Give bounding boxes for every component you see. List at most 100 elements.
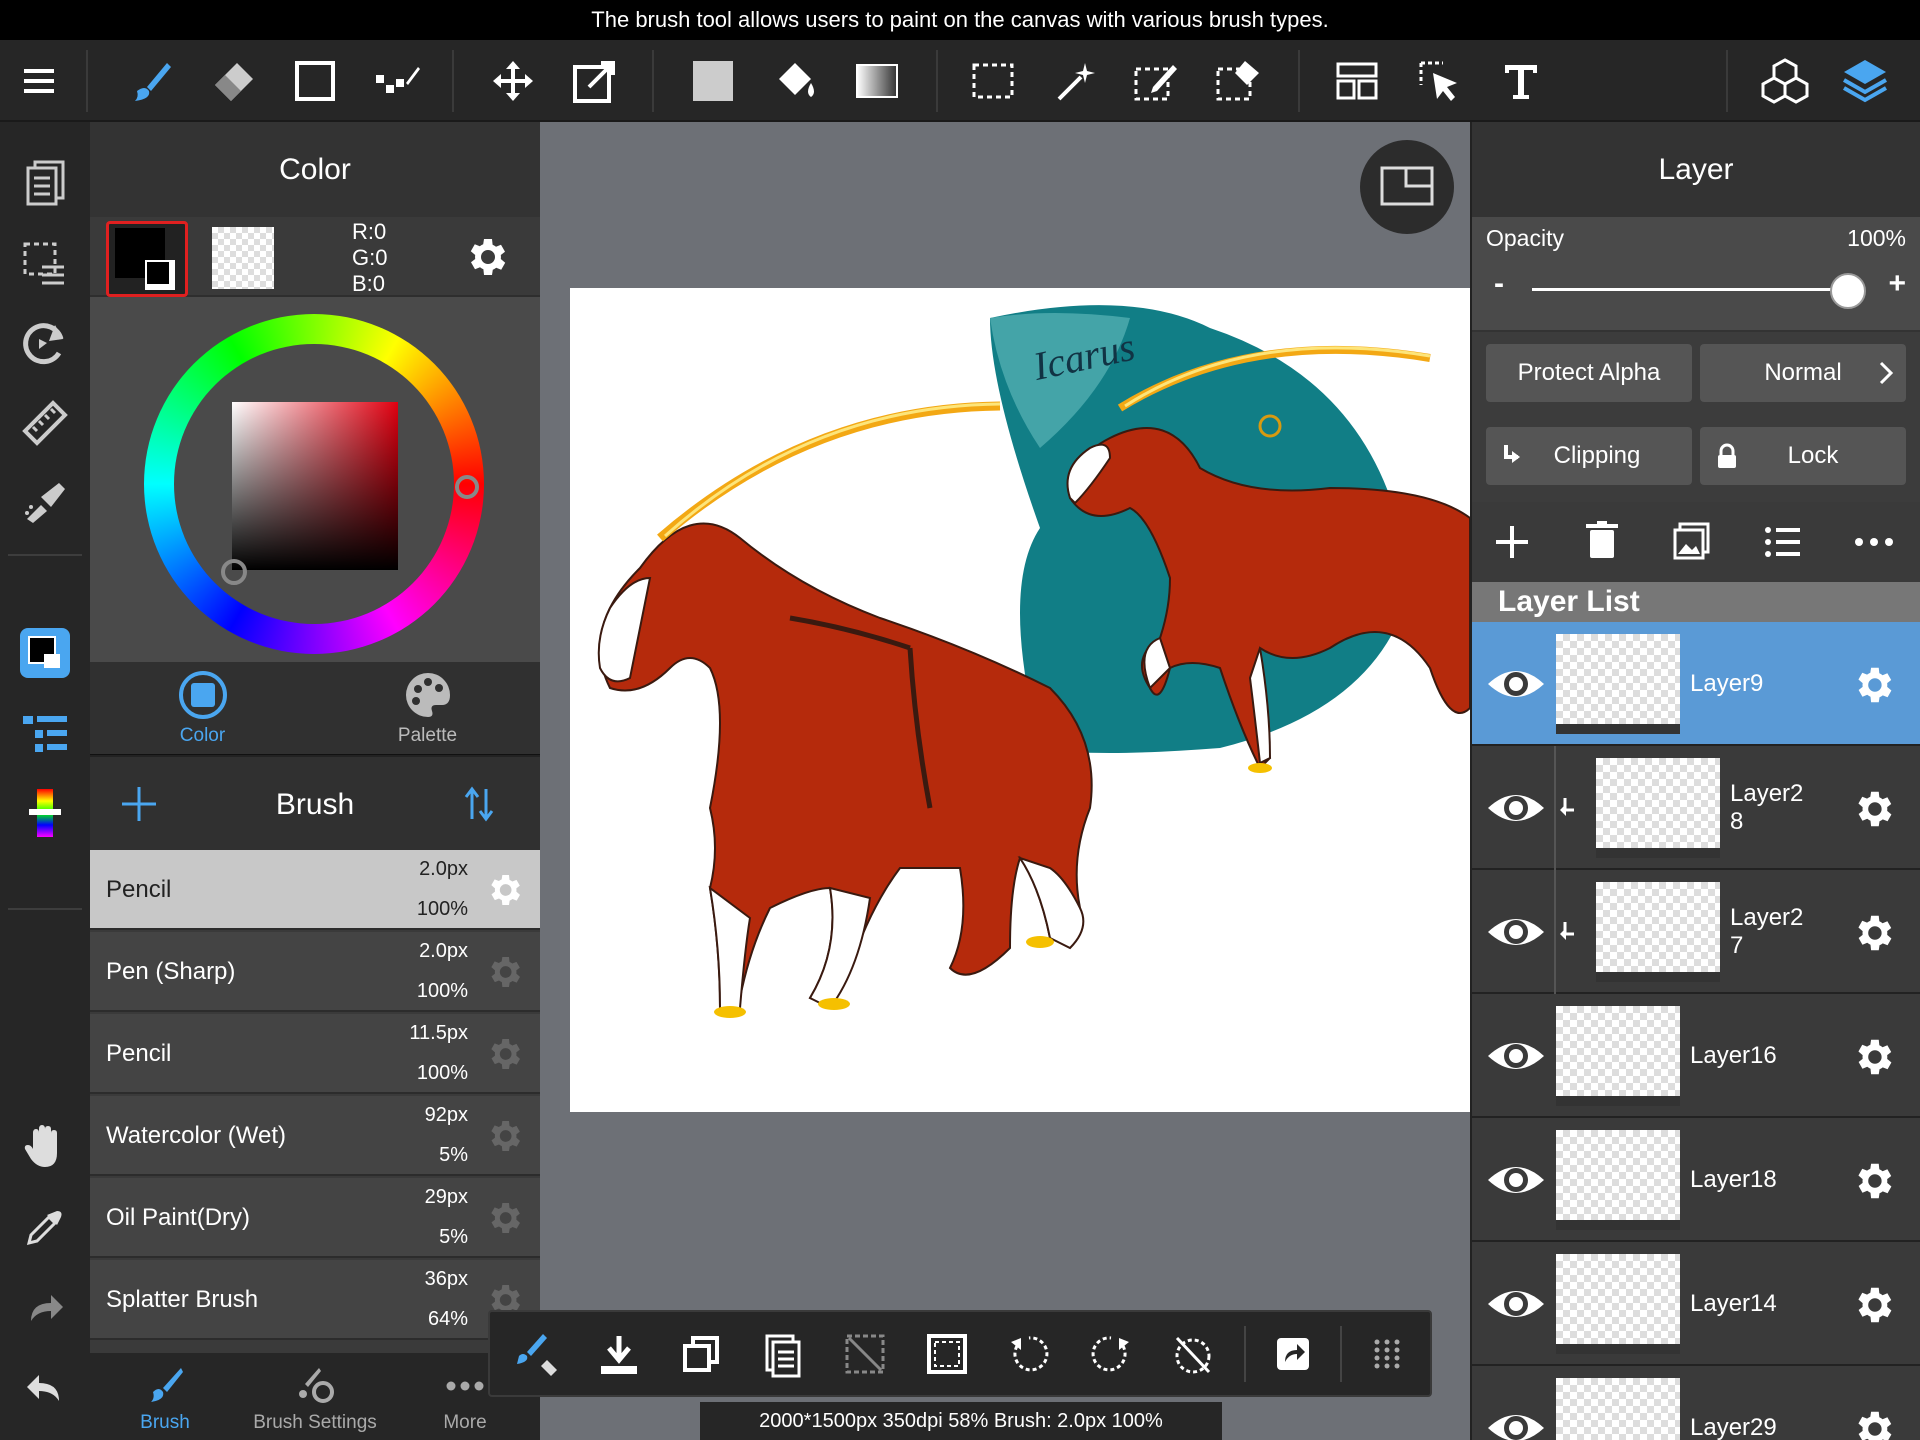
visibility-eye-icon[interactable] bbox=[1484, 900, 1548, 964]
layer-settings-gear-icon[interactable] bbox=[1850, 786, 1896, 832]
layer-row[interactable]: Layer2 8 bbox=[1472, 746, 1920, 870]
filter-icon[interactable] bbox=[10, 468, 80, 538]
layer-row[interactable]: Layer9 bbox=[1472, 622, 1920, 746]
visibility-eye-icon[interactable] bbox=[1484, 776, 1548, 840]
tab-brush-settings[interactable]: Brush Settings bbox=[240, 1353, 390, 1440]
add-brush-icon[interactable] bbox=[120, 785, 158, 823]
delete-layer-icon[interactable] bbox=[1582, 520, 1622, 562]
eraser-icon[interactable] bbox=[198, 40, 268, 122]
layer-settings-gear-icon[interactable] bbox=[1850, 662, 1896, 708]
select-rect-icon[interactable] bbox=[958, 40, 1028, 122]
main-color-swatch[interactable] bbox=[106, 221, 188, 297]
customize-grid-icon[interactable] bbox=[1352, 1312, 1422, 1395]
opacity-slider-handle[interactable] bbox=[1830, 273, 1866, 309]
brush-item[interactable]: Pencil 11.5px 100% bbox=[90, 1014, 540, 1094]
brush-settings-gear-icon[interactable] bbox=[484, 870, 524, 910]
brush-settings-gear-icon[interactable] bbox=[484, 1034, 524, 1074]
redo-icon[interactable] bbox=[10, 1272, 80, 1342]
materials-icon[interactable] bbox=[1750, 40, 1820, 122]
layer-list-menu-icon[interactable] bbox=[1762, 522, 1802, 562]
color-swatch-icon[interactable] bbox=[10, 618, 80, 688]
reset-rotation-icon[interactable] bbox=[1158, 1312, 1228, 1395]
rotate-left-icon[interactable] bbox=[994, 1312, 1064, 1395]
ruler-icon[interactable] bbox=[10, 388, 80, 458]
select-all-icon[interactable] bbox=[912, 1312, 982, 1395]
color-handle[interactable] bbox=[221, 559, 247, 585]
layer-row[interactable]: Layer18 bbox=[1472, 1118, 1920, 1242]
tab-palette[interactable]: Palette bbox=[315, 662, 540, 754]
brush-item[interactable]: Pen (Sharp) 2.0px 100% bbox=[90, 932, 540, 1012]
layer-settings-gear-icon[interactable] bbox=[1850, 1406, 1896, 1440]
layer-list-icon[interactable] bbox=[10, 698, 80, 768]
visibility-eye-icon[interactable] bbox=[1484, 652, 1548, 716]
rotate-right-icon[interactable] bbox=[1076, 1312, 1146, 1395]
hand-icon[interactable] bbox=[10, 1112, 80, 1182]
fill-color-icon[interactable] bbox=[678, 40, 748, 122]
select-eraser-icon[interactable] bbox=[1204, 40, 1274, 122]
save-download-icon[interactable] bbox=[584, 1312, 654, 1395]
blend-mode-button[interactable]: Normal bbox=[1700, 344, 1906, 402]
opacity-minus-button[interactable]: - bbox=[1494, 267, 1504, 301]
brush-item[interactable]: Oil Paint(Dry) 29px 5% bbox=[90, 1178, 540, 1258]
text-icon[interactable] bbox=[1486, 40, 1556, 122]
visibility-eye-icon[interactable] bbox=[1484, 1024, 1548, 1088]
tab-brush[interactable]: Brush bbox=[90, 1353, 240, 1440]
tab-color[interactable]: Color bbox=[90, 662, 315, 754]
shortcut-icon[interactable] bbox=[1258, 1312, 1328, 1395]
color-wheel[interactable] bbox=[144, 314, 484, 654]
layer-row[interactable]: Layer16 bbox=[1472, 994, 1920, 1118]
layout-icon[interactable] bbox=[1322, 40, 1392, 122]
rectangle-icon[interactable] bbox=[280, 40, 350, 122]
protect-alpha-button[interactable]: Protect Alpha bbox=[1486, 344, 1692, 402]
import-image-icon[interactable] bbox=[1672, 520, 1712, 562]
paste-icon[interactable] bbox=[748, 1312, 818, 1395]
add-layer-icon[interactable] bbox=[1492, 522, 1532, 562]
opacity-plus-button[interactable]: + bbox=[1888, 267, 1906, 301]
menu-icon[interactable] bbox=[6, 40, 76, 122]
brush-item[interactable]: Pencil 2.0px 100% bbox=[90, 850, 540, 930]
eyedropper-icon[interactable] bbox=[10, 1192, 80, 1262]
layer-settings-gear-icon[interactable] bbox=[1850, 1034, 1896, 1080]
select-layer-icon[interactable] bbox=[1404, 40, 1474, 122]
clipping-button[interactable]: Clipping bbox=[1486, 427, 1692, 485]
layers-icon[interactable] bbox=[1830, 40, 1900, 122]
brush-item[interactable]: Splatter Brush 36px 64% bbox=[90, 1260, 540, 1340]
brush-eraser-toggle-icon[interactable] bbox=[502, 1312, 572, 1395]
layer-settings-gear-icon[interactable] bbox=[1850, 1282, 1896, 1328]
transform-icon[interactable] bbox=[560, 40, 630, 122]
brush-settings-gear-icon[interactable] bbox=[484, 1116, 524, 1156]
sub-color-swatch[interactable] bbox=[212, 227, 274, 289]
navigator-button[interactable] bbox=[1360, 140, 1454, 234]
gradient-icon[interactable] bbox=[842, 40, 912, 122]
sort-brush-icon[interactable] bbox=[464, 785, 494, 823]
move-icon[interactable] bbox=[478, 40, 548, 122]
select-pen-icon[interactable] bbox=[1122, 40, 1192, 122]
brush-item[interactable]: Watercolor (Wet) 92px 5% bbox=[90, 1096, 540, 1176]
hue-handle[interactable] bbox=[455, 475, 479, 499]
canvas-area[interactable]: Icarus bbox=[540, 122, 1470, 1440]
saturation-square[interactable] bbox=[232, 402, 398, 570]
brush-settings-gear-icon[interactable] bbox=[484, 952, 524, 992]
selection-layer-icon[interactable] bbox=[10, 228, 80, 298]
color-slider-icon[interactable] bbox=[10, 778, 80, 848]
deselect-icon[interactable] bbox=[830, 1312, 900, 1395]
layer-row[interactable]: Layer29 bbox=[1472, 1366, 1920, 1440]
copy-icon[interactable] bbox=[666, 1312, 736, 1395]
lock-button[interactable]: Lock bbox=[1700, 427, 1906, 485]
layer-settings-gear-icon[interactable] bbox=[1850, 1158, 1896, 1204]
magic-wand-icon[interactable] bbox=[1040, 40, 1110, 122]
pages-icon[interactable] bbox=[10, 148, 80, 218]
brush-settings-gear-icon[interactable] bbox=[484, 1198, 524, 1238]
bucket-icon[interactable] bbox=[760, 40, 830, 122]
brush-icon[interactable] bbox=[116, 40, 186, 122]
artboard[interactable]: Icarus bbox=[570, 288, 1470, 1112]
layer-settings-gear-icon[interactable] bbox=[1850, 910, 1896, 956]
opacity-slider[interactable] bbox=[1532, 288, 1852, 291]
visibility-eye-icon[interactable] bbox=[1484, 1396, 1548, 1440]
layer-row[interactable]: Layer2 7 bbox=[1472, 870, 1920, 994]
color-settings-gear-icon[interactable] bbox=[462, 233, 510, 281]
layer-row[interactable]: Layer14 bbox=[1472, 1242, 1920, 1366]
dot-pen-icon[interactable] bbox=[362, 40, 432, 122]
visibility-eye-icon[interactable] bbox=[1484, 1272, 1548, 1336]
undo-icon[interactable] bbox=[10, 1352, 80, 1422]
